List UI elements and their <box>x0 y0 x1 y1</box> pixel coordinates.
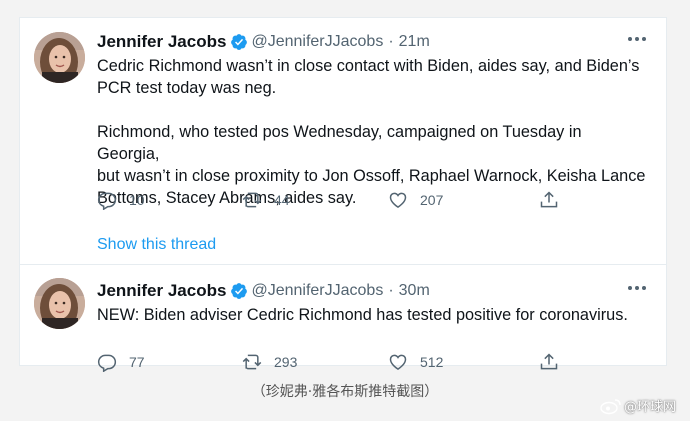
like-count: 207 <box>420 192 444 208</box>
retweet-icon <box>242 192 262 208</box>
tweet-text: Cedric Richmond wasn’t in close contact … <box>97 57 646 207</box>
retweet-count: 293 <box>274 354 298 370</box>
heart-icon <box>389 192 407 208</box>
retweet-count: 44 <box>274 192 290 208</box>
tweet-header: Jennifer Jacobs @JenniferJJacobs · 30m <box>97 279 648 303</box>
share-button[interactable] <box>539 352 559 372</box>
tweet-body: Jennifer Jacobs @JenniferJJacobs · 30m N… <box>97 279 648 326</box>
avatar[interactable] <box>34 278 85 329</box>
share-button[interactable] <box>539 190 559 210</box>
image-caption: （珍妮弗·雅各布斯推特截图） <box>251 384 439 400</box>
verified-badge-icon <box>231 283 248 299</box>
heart-icon <box>389 354 407 370</box>
watermark: @环球网 <box>600 396 676 415</box>
tweet-actions: 10 44 207 <box>97 190 597 210</box>
retweet-button[interactable]: 44 <box>242 190 290 210</box>
reply-icon <box>97 192 117 210</box>
author-handle[interactable]: @JenniferJJacobs <box>251 282 383 300</box>
like-button[interactable]: 207 <box>388 190 443 210</box>
like-count: 512 <box>420 354 444 370</box>
timestamp[interactable]: 21m <box>399 33 430 51</box>
more-dots-icon[interactable] <box>626 281 648 295</box>
reply-button[interactable]: 10 <box>97 190 145 210</box>
tweet-header: Jennifer Jacobs @JenniferJJacobs · 21m <box>97 30 648 54</box>
author-name[interactable]: Jennifer Jacobs <box>97 281 226 301</box>
weibo-logo-icon <box>600 398 621 414</box>
avatar[interactable] <box>34 32 85 83</box>
author-name[interactable]: Jennifer Jacobs <box>97 32 226 52</box>
reply-icon <box>97 354 117 372</box>
reply-button[interactable]: 77 <box>97 352 145 372</box>
reply-count: 10 <box>129 192 145 208</box>
retweet-icon <box>242 354 262 370</box>
author-handle[interactable]: @JenniferJJacobs <box>251 33 383 51</box>
share-icon <box>540 353 558 370</box>
screenshot-frame: Jennifer Jacobs @JenniferJJacobs · 21m C… <box>19 17 667 372</box>
tweet-body: Jennifer Jacobs @JenniferJJacobs · 21m C… <box>97 30 648 209</box>
watermark-text: @环球网 <box>623 400 676 415</box>
retweet-button[interactable]: 293 <box>242 352 297 372</box>
show-thread-link[interactable]: Show this thread <box>97 236 216 254</box>
separator-dot: · <box>388 282 394 299</box>
tweet-actions: 77 293 512 <box>97 352 597 372</box>
timestamp[interactable]: 30m <box>399 282 430 300</box>
share-icon <box>540 191 558 208</box>
more-dots-icon[interactable] <box>626 32 648 46</box>
tweet-2[interactable]: Jennifer Jacobs @JenniferJJacobs · 30m N… <box>20 266 666 372</box>
like-button[interactable]: 512 <box>388 352 443 372</box>
reply-count: 77 <box>129 354 145 370</box>
separator-dot: · <box>388 33 394 50</box>
verified-badge-icon <box>231 34 248 50</box>
tweet-1[interactable]: Jennifer Jacobs @JenniferJJacobs · 21m C… <box>20 18 666 265</box>
tweet-text: NEW: Biden adviser Cedric Richmond has t… <box>97 306 628 324</box>
